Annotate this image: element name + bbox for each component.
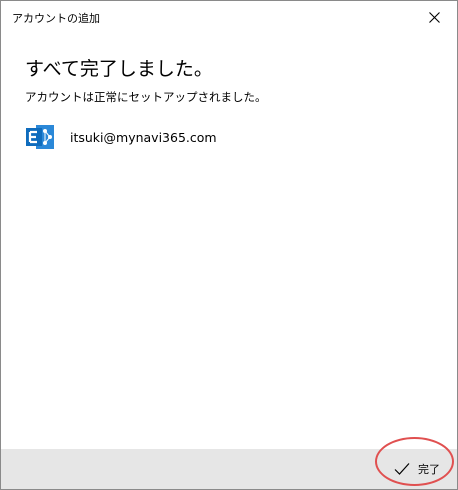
close-icon xyxy=(428,11,440,23)
page-title: すべて完了しました。 xyxy=(25,58,213,80)
account-email: itsuki@mynavi365.com xyxy=(70,129,217,145)
close-button[interactable] xyxy=(411,1,457,33)
status-message: アカウントは正常にセットアップされました。 xyxy=(25,90,267,104)
title-bar: アカウントの追加 xyxy=(1,1,457,33)
done-button-label: 完了 xyxy=(418,463,440,476)
exchange-icon xyxy=(26,125,54,149)
checkmark-icon xyxy=(394,463,410,475)
footer-bar: 完了 xyxy=(1,449,457,489)
account-item: itsuki@mynavi365.com xyxy=(25,123,217,151)
add-account-window: アカウントの追加 すべて完了しました。 アカウントは正常にセットアップされました… xyxy=(0,0,458,490)
window-title: アカウントの追加 xyxy=(12,12,100,25)
done-button[interactable]: 完了 xyxy=(384,454,450,484)
